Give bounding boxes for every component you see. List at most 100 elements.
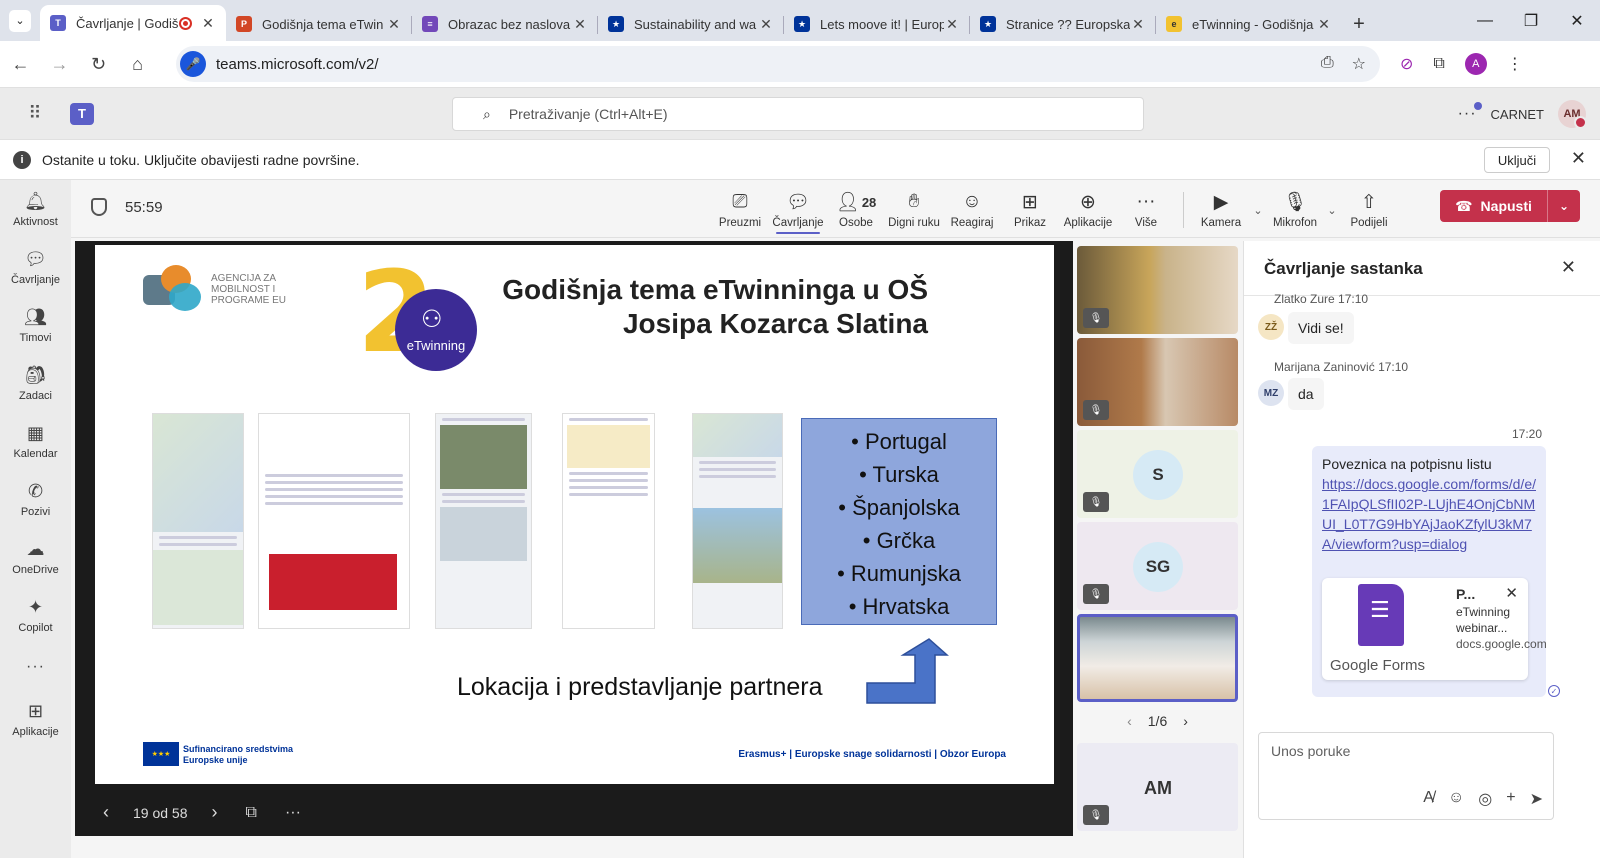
profile-avatar[interactable]: A — [1464, 53, 1487, 75]
mic-icon[interactable]: 🎤 — [180, 51, 206, 77]
org-name[interactable]: CARNET — [1491, 107, 1544, 122]
rail-item-assignments[interactable]: 🎒︎ Zadaci — [0, 354, 71, 412]
browser-tab[interactable]: ★ Sustainability and wa ✕ — [598, 7, 784, 41]
search-input[interactable]: ⌕ Pretraživanje (Ctrl+Alt+E) — [452, 97, 1144, 131]
rail-item-onedrive[interactable]: ☁ OneDrive — [0, 528, 71, 586]
country-item: Španjolska — [802, 491, 996, 524]
browser-menu-icon[interactable]: ⋮ — [1507, 54, 1523, 74]
self-view-tile[interactable]: AM 🎙︎ — [1077, 743, 1238, 831]
leave-options-chevron-icon[interactable]: ⌄ — [1548, 190, 1580, 222]
close-chat-icon[interactable]: ✕ — [1561, 257, 1576, 278]
extensions-icon[interactable]: ⧉ — [1433, 55, 1444, 73]
blocker-extension-icon[interactable]: ⊘ — [1400, 54, 1413, 74]
participant-tile[interactable]: S 🎙︎ — [1077, 430, 1238, 518]
browser-tab[interactable]: ≡ Obrazac bez naslova ✕ — [412, 7, 598, 41]
close-tab-icon[interactable]: ✕ — [758, 16, 774, 33]
slide-grid-icon[interactable]: ⧉ — [246, 804, 257, 822]
mic-muted-icon: 🎙︎ — [1083, 805, 1109, 825]
mic-options-chevron-icon[interactable]: ⌄ — [1324, 186, 1340, 234]
rail-item-calendar[interactable]: ▦ Kalendar — [0, 412, 71, 470]
forward-icon[interactable]: → — [41, 46, 78, 83]
close-tab-icon[interactable]: ✕ — [386, 16, 402, 33]
compose-box: A̸ ☺ ◎ + ➤ — [1258, 732, 1554, 820]
mic-button[interactable]: 🎙︎ Mikrofon — [1266, 186, 1324, 234]
participant-gallery: 🎙︎ 🎙︎ S 🎙︎ SG 🎙︎ ‹ 1/6 › AM 🎙︎ — [1077, 245, 1239, 845]
rail-item-apps[interactable]: ⊞ Aplikacije — [0, 690, 71, 748]
back-icon[interactable]: ← — [2, 46, 39, 83]
dismiss-preview-icon[interactable]: ✕ — [1505, 584, 1518, 604]
prev-page-icon[interactable]: ‹ — [1127, 713, 1132, 729]
enable-notifications-button[interactable]: Uključi — [1484, 147, 1550, 173]
reload-icon[interactable]: ↻ — [80, 46, 117, 83]
slide-more-icon[interactable]: ··· — [285, 804, 301, 822]
raise-hand-button[interactable]: ✋︎ Digni ruku — [885, 186, 943, 234]
view-button[interactable]: ⊞ Prikaz — [1001, 186, 1059, 234]
preuzmi-button[interactable]: ⎚ Preuzmi — [711, 186, 769, 234]
close-tab-icon[interactable]: ✕ — [1130, 16, 1146, 33]
next-page-icon[interactable]: › — [1183, 713, 1188, 729]
camera-options-chevron-icon[interactable]: ⌄ — [1250, 186, 1266, 234]
emoji-icon[interactable]: ☺ — [1448, 789, 1464, 809]
eu-favicon-icon: ★ — [608, 16, 624, 32]
chat-button[interactable]: 💬︎ Čavrljanje — [769, 186, 827, 234]
share-button[interactable]: ⇧ Podijeli — [1340, 186, 1398, 234]
rail-item-calls[interactable]: ✆ Pozivi — [0, 470, 71, 528]
tab-search-button[interactable]: ⌄ — [0, 0, 40, 41]
minimize-icon[interactable]: — — [1462, 0, 1508, 41]
restore-icon[interactable]: ❐ — [1508, 0, 1554, 41]
browser-tab[interactable]: ★ Stranice ?? Europska ✕ — [970, 7, 1156, 41]
participant-tile[interactable]: 🎙︎ — [1077, 338, 1238, 426]
format-icon[interactable]: A̸ — [1423, 789, 1434, 809]
react-button[interactable]: ☺ Reagiraj — [943, 186, 1001, 234]
close-tab-icon[interactable]: ✕ — [1316, 16, 1332, 33]
close-banner-icon[interactable]: ✕ — [1571, 148, 1586, 169]
apps-button[interactable]: ⊕ Aplikacije — [1059, 186, 1117, 234]
user-avatar[interactable]: AM — [1558, 100, 1587, 129]
window-controls: — ❐ ✕ — [1462, 0, 1600, 41]
close-window-icon[interactable]: ✕ — [1554, 0, 1600, 41]
presentation-slide: Agencija za mobilnost i programe EU 2 ⚇ … — [95, 245, 1054, 784]
browser-tab[interactable]: ★ Lets moove it! | Europ ✕ — [784, 7, 970, 41]
bookmark-star-icon[interactable]: ☆ — [1352, 54, 1366, 74]
backpack-icon: 🎒︎ — [24, 364, 47, 385]
url-text[interactable]: teams.microsoft.com/v2/ — [216, 56, 379, 73]
prev-slide-icon[interactable]: ‹ — [103, 802, 109, 823]
attach-plus-icon[interactable]: + — [1506, 789, 1515, 809]
bell-icon: 🔔︎ — [24, 190, 47, 211]
participant-tile[interactable]: 🎙︎ — [1077, 246, 1238, 334]
camera-button[interactable]: ▶︎ Kamera — [1192, 186, 1250, 234]
close-tab-icon[interactable]: ✕ — [200, 15, 216, 32]
more-button[interactable]: ··· Više — [1117, 186, 1175, 234]
more-options-icon[interactable]: ··· — [1458, 102, 1482, 123]
leave-button[interactable]: ☎ Napusti ⌄ — [1440, 190, 1580, 222]
link-preview-card[interactable]: Google Forms P... eTwinning webinar... d… — [1322, 578, 1547, 680]
participant-tile-speaking[interactable] — [1077, 614, 1238, 702]
agency-name: Agencija za mobilnost i programe EU — [211, 272, 287, 306]
close-tab-icon[interactable]: ✕ — [572, 16, 588, 33]
rail-item-chat[interactable]: 💬︎ Čavrljanje — [0, 238, 71, 296]
message-input[interactable] — [1271, 743, 1541, 759]
partner-screenshot — [562, 413, 655, 629]
omnibox[interactable]: 🎤 teams.microsoft.com/v2/ ⎙ ☆ — [176, 46, 1380, 82]
browser-tab[interactable]: e eTwinning - Godišnja ✕ — [1156, 7, 1342, 41]
next-slide-icon[interactable]: › — [212, 802, 218, 823]
browser-tab[interactable]: P Godišnja tema eTwin ✕ — [226, 7, 412, 41]
rail-item-teams[interactable]: 👥︎ Timovi — [0, 296, 71, 354]
form-link[interactable]: https://docs.google.com/forms/d/e/1FAIpQ… — [1322, 476, 1536, 552]
new-tab-button[interactable]: + — [1342, 7, 1376, 41]
loop-icon[interactable]: ◎ — [1478, 789, 1492, 809]
participant-tile[interactable]: SG 🎙︎ — [1077, 522, 1238, 610]
send-icon[interactable]: ➤ — [1530, 789, 1543, 809]
install-app-icon[interactable]: ⎙ — [1321, 54, 1334, 74]
app-launcher-icon[interactable]: ⠿ — [0, 103, 70, 124]
rail-item-activity[interactable]: 🔔︎ Aktivnost — [0, 180, 71, 238]
close-tab-icon[interactable]: ✕ — [944, 16, 960, 33]
more-apps-icon[interactable]: ··· — [0, 644, 71, 690]
people-button[interactable]: 👤︎ 28 Osobe — [827, 186, 885, 234]
rail-item-copilot[interactable]: ✦ Copilot — [0, 586, 71, 644]
ellipsis-icon: ··· — [1136, 191, 1156, 212]
browser-tab[interactable]: T Čavrljanje | Godiš ✕ — [40, 5, 226, 41]
forms-favicon-icon: ≡ — [422, 16, 438, 32]
mic-muted-icon: 🎙︎ — [1083, 400, 1109, 420]
home-icon[interactable]: ⌂ — [119, 46, 156, 83]
